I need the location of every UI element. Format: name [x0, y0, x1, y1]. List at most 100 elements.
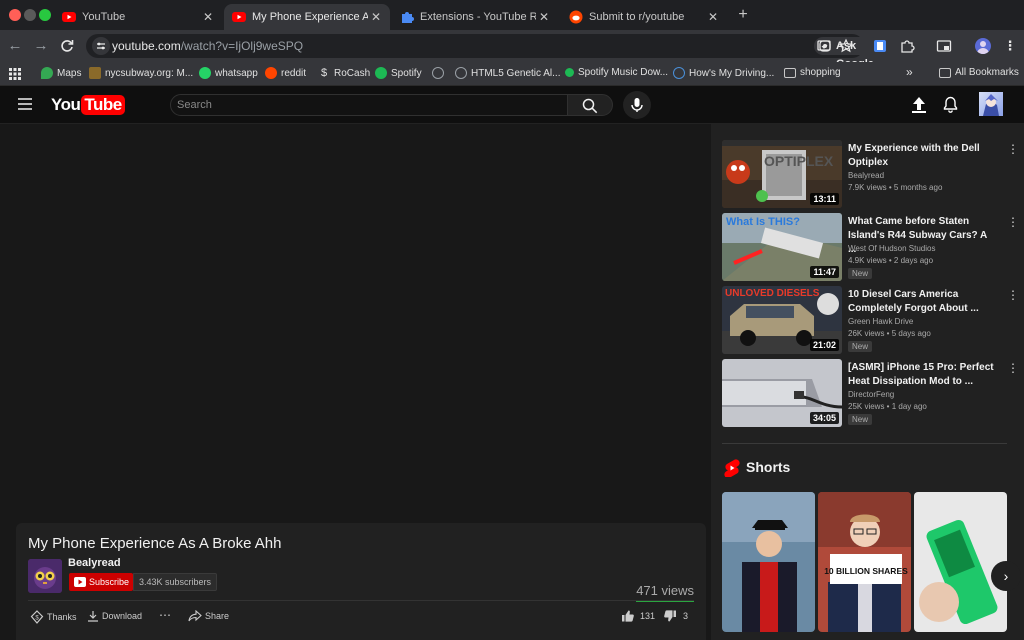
- shorts-heading: Shorts: [746, 459, 791, 475]
- bookmark-html5-genetic[interactable]: HTML5 Genetic Al...: [455, 67, 560, 79]
- channel-name[interactable]: Green Hawk Drive: [848, 317, 913, 326]
- tab-close-icon[interactable]: ✕: [200, 10, 216, 24]
- reload-icon[interactable]: [58, 37, 76, 55]
- forward-button[interactable]: →: [32, 37, 50, 55]
- tab-youtube[interactable]: YouTube ✕: [54, 4, 222, 30]
- bookmark-nycsubway[interactable]: nycsubway.org: M...: [89, 67, 193, 79]
- maximize-window-button[interactable]: [39, 9, 51, 21]
- tab-close-icon[interactable]: ✕: [536, 10, 552, 24]
- bookmark-globe[interactable]: [432, 67, 448, 79]
- search-button[interactable]: [567, 94, 613, 116]
- channel-name[interactable]: DirectorFeng: [848, 390, 894, 399]
- channel-name[interactable]: Bealyread: [848, 171, 884, 180]
- video-thumbnail[interactable]: What Is THIS? 11:47: [722, 213, 842, 281]
- maps-pin-icon: [41, 67, 53, 79]
- close-window-button[interactable]: [9, 9, 21, 21]
- video-thumbnail[interactable]: OPTIPLEX 13:11: [722, 140, 842, 208]
- spotify-icon: [375, 67, 387, 79]
- upload-icon[interactable]: [911, 96, 927, 114]
- recommended-video[interactable]: 34:05 [ASMR] iPhone 15 Pro: Perfect Heat…: [722, 359, 1022, 429]
- tab-reddit[interactable]: Submit to r/youtube ✕: [561, 4, 727, 30]
- video-meta: 25K views • 1 day ago: [848, 402, 927, 411]
- short-video[interactable]: 10 BILLION SHARES: [818, 492, 911, 632]
- browser-tab-strip: YouTube ✕ My Phone Experience As A Br ✕ …: [0, 0, 1024, 30]
- minimize-window-button[interactable]: [24, 9, 36, 21]
- more-actions-button[interactable]: ⋯: [159, 608, 171, 622]
- new-badge: New: [848, 341, 873, 352]
- short-video[interactable]: [914, 492, 1007, 632]
- microphone-icon: [631, 98, 643, 112]
- more-options-icon[interactable]: ⋮: [1007, 288, 1019, 302]
- channel-name[interactable]: Bealyread: [68, 557, 121, 569]
- folder-icon: [784, 67, 796, 78]
- bookmark-label: whatsapp: [215, 67, 258, 79]
- share-button[interactable]: Share: [188, 610, 229, 622]
- bookmark-label: Maps: [57, 67, 82, 79]
- more-options-icon[interactable]: ⋮: [1007, 361, 1019, 375]
- channel-name[interactable]: West Of Hudson Studios: [848, 244, 935, 253]
- cast-icon[interactable]: [816, 38, 832, 54]
- more-options-icon[interactable]: ⋮: [1007, 215, 1019, 229]
- thanks-button[interactable]: $ Thanks: [30, 610, 77, 624]
- extensions-puzzle-icon[interactable]: [899, 38, 915, 54]
- super-thanks-icon: $: [30, 610, 44, 624]
- address-bar[interactable]: youtube.com/watch?v=IjOlj9weSPQ Ask Goog…: [86, 34, 880, 70]
- apps-grid-icon[interactable]: [9, 68, 21, 80]
- dislike-button[interactable]: 3: [664, 610, 688, 622]
- search-input[interactable]: Search: [170, 94, 568, 116]
- bookmark-maps[interactable]: Maps: [41, 67, 81, 79]
- bookmark-star-icon[interactable]: [838, 38, 854, 54]
- picture-in-picture-icon[interactable]: [936, 38, 952, 54]
- bookmark-rocash[interactable]: $ RoCash: [318, 67, 370, 79]
- tab-current-video[interactable]: My Phone Experience As A Br ✕: [224, 4, 390, 30]
- tab-extensions[interactable]: Extensions - YouTube Redux ✕: [392, 4, 558, 30]
- like-count: 131: [640, 611, 656, 621]
- tab-close-icon[interactable]: ✕: [705, 10, 721, 24]
- bookmark-reddit[interactable]: reddit: [265, 67, 306, 79]
- video-title[interactable]: My Experience with the Dell Optiplex: [848, 142, 994, 170]
- all-bookmarks-folder[interactable]: All Bookmarks: [939, 67, 1019, 78]
- bookmark-spotify-music-download[interactable]: Spotify Music Dow...: [565, 67, 668, 78]
- video-title[interactable]: [ASMR] iPhone 15 Pro: Perfect Heat Dissi…: [848, 361, 994, 389]
- shorts-next-chevron-icon[interactable]: ›: [991, 561, 1021, 591]
- recommended-video[interactable]: OPTIPLEX 13:11 My Experience with the De…: [722, 140, 1022, 210]
- thumbnail-what-is-this-text: What Is THIS?: [726, 216, 800, 228]
- more-options-icon[interactable]: ⋮: [1007, 142, 1019, 156]
- extension-icon[interactable]: [872, 38, 888, 54]
- download-button[interactable]: Download: [87, 610, 142, 622]
- puzzle-piece-icon: [402, 12, 414, 23]
- short-video[interactable]: [722, 492, 815, 632]
- channel-avatar[interactable]: [28, 559, 62, 593]
- recommended-video[interactable]: What Is THIS? 11:47 What Came before Sta…: [722, 213, 1022, 283]
- bookmark-hows-my-driving[interactable]: How's My Driving...: [673, 67, 774, 79]
- bookmark-whatsapp[interactable]: whatsapp: [199, 67, 258, 79]
- video-thumbnail[interactable]: UNLOVED DIESELS 21:02: [722, 286, 842, 354]
- tab-close-icon[interactable]: ✕: [368, 10, 384, 24]
- bookmark-label: shopping: [800, 67, 841, 78]
- video-title[interactable]: 10 Diesel Cars America Completely Forgot…: [848, 288, 994, 316]
- subscribe-button[interactable]: Subscribe: [69, 573, 133, 591]
- youtube-logo[interactable]: You Tube: [51, 95, 125, 115]
- youtube-masthead: You Tube Search: [0, 86, 1024, 124]
- folder-icon: [939, 67, 951, 78]
- whatsapp-icon: [199, 67, 211, 79]
- bookmark-label: nycsubway.org: M...: [105, 67, 194, 79]
- globe-icon: [432, 67, 444, 79]
- site-info-icon[interactable]: [92, 37, 110, 55]
- like-button[interactable]: 131: [621, 610, 655, 622]
- new-tab-button[interactable]: +: [734, 6, 752, 24]
- account-avatar[interactable]: [979, 92, 1003, 116]
- more-bookmarks-chevron-icon[interactable]: »: [906, 65, 913, 79]
- back-button[interactable]: ←: [6, 37, 24, 55]
- view-count: 471 views: [636, 583, 694, 598]
- notifications-bell-icon[interactable]: [943, 96, 958, 113]
- video-thumbnail[interactable]: 34:05: [722, 359, 842, 427]
- browser-menu-button[interactable]: ⋮: [1002, 38, 1018, 54]
- profile-avatar[interactable]: [975, 38, 991, 54]
- bookmark-folder-shopping[interactable]: shopping: [784, 67, 841, 78]
- hamburger-menu-icon[interactable]: [18, 98, 32, 110]
- voice-search-button[interactable]: [623, 91, 651, 119]
- new-badge: New: [848, 268, 873, 279]
- bookmark-spotify[interactable]: Spotify: [375, 67, 422, 79]
- recommended-video[interactable]: UNLOVED DIESELS 21:02 10 Diesel Cars Ame…: [722, 286, 1022, 356]
